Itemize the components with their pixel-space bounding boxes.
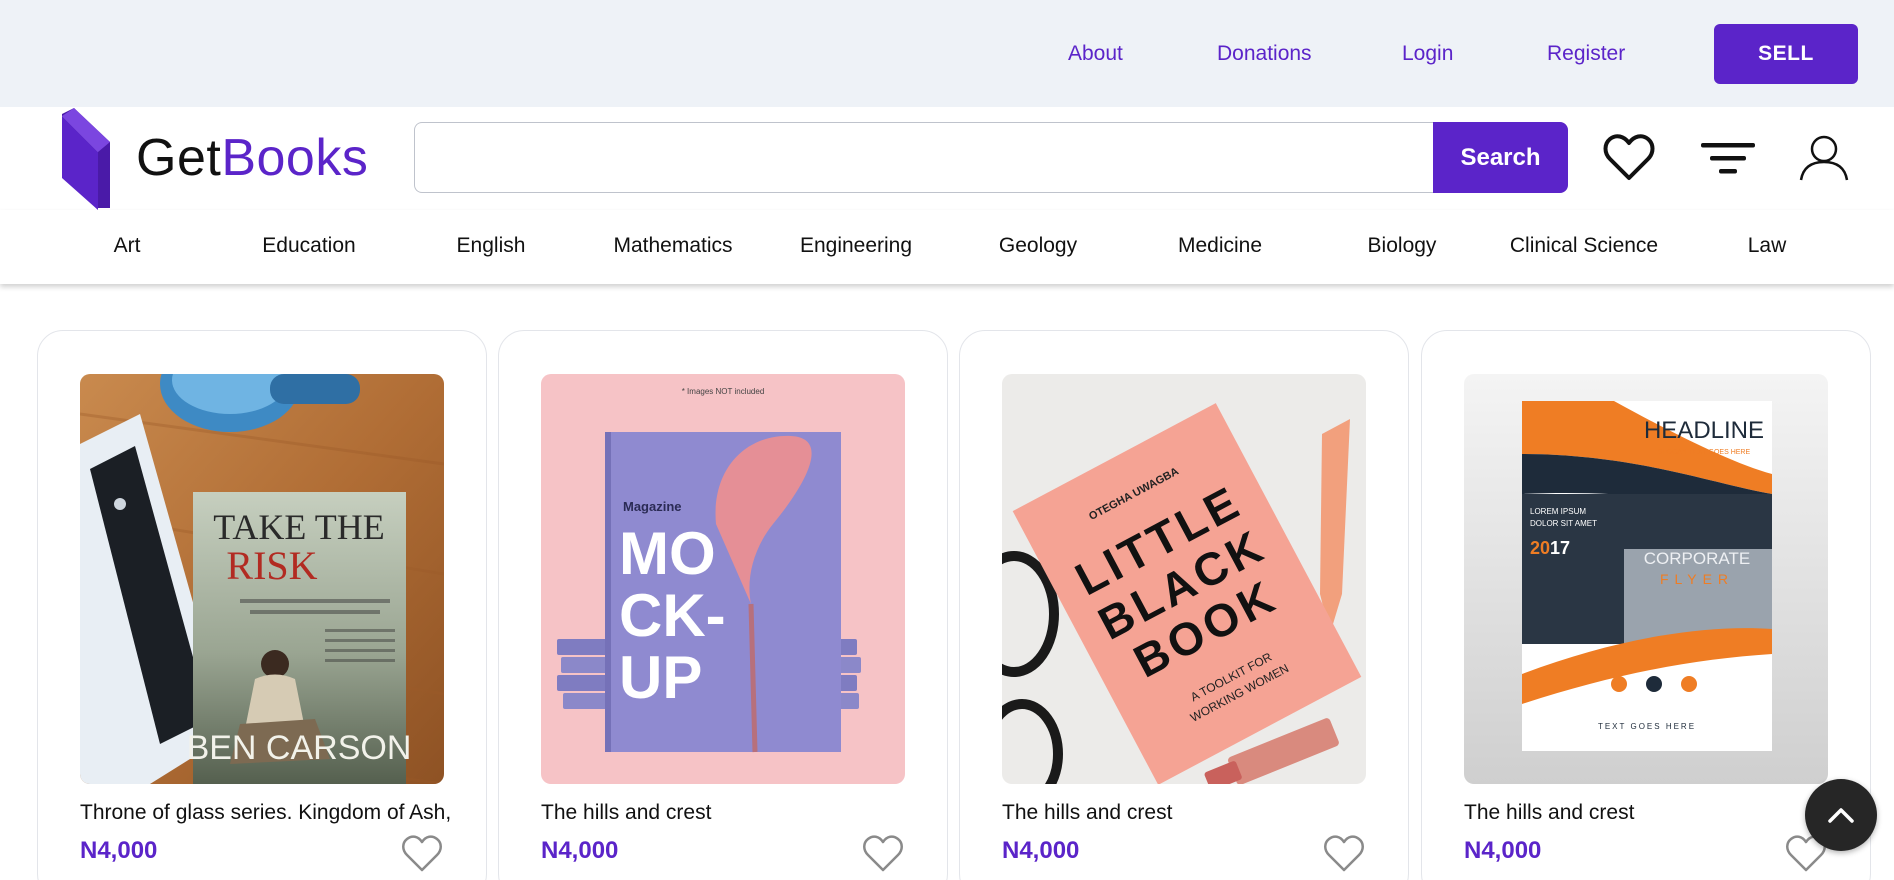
wishlist-heart-icon[interactable] [1601,132,1657,184]
cover-author: BEN CARSON [187,729,412,767]
nav-link-about[interactable]: About [1068,42,1123,66]
product-card[interactable]: HEADLINE SLOGAN TEXT GOES HERE LOREM IPS… [1421,330,1871,880]
cover-slogan: SLOGAN TEXT GOES HERE [1658,449,1751,456]
category-mathematics[interactable]: Mathematics [613,234,732,258]
cover-title-line2: RISK [226,543,317,588]
cover-title-line2: CK- [619,582,726,649]
chevron-up-icon [1828,808,1854,823]
nav-link-register[interactable]: Register [1547,42,1625,66]
cover-corporate: CORPORATE [1644,549,1750,568]
favorite-heart-icon[interactable] [863,835,903,873]
product-price: N4,000 [1002,837,1080,864]
cover-year: 2017 [1530,538,1570,558]
book-cover-image[interactable]: TAKE THE RISK BEN CARSON [80,374,444,784]
book-cover-image[interactable]: * Images NOT included Magazine MO CK- UP [541,374,905,784]
book-logo-icon[interactable] [58,108,112,210]
cover-kicker: Magazine [623,499,682,514]
filter-icon[interactable] [1700,132,1756,184]
brand-name-part1: Get [136,129,222,187]
category-english[interactable]: English [457,234,526,258]
cover-title-line1: MO [619,520,716,587]
category-geology[interactable]: Geology [999,234,1077,258]
cover-headline: HEADLINE [1644,417,1764,444]
category-art[interactable]: Art [114,234,141,258]
book-cover-image[interactable]: OTEGHA UWAGBA LITTLE BLACK BOOK A TOOLKI… [1002,374,1366,784]
category-biology[interactable]: Biology [1368,234,1437,258]
sell-button[interactable]: SELL [1714,24,1858,84]
cover-flyer: FLYER [1660,571,1734,587]
brand-name-part2: Books [221,129,369,187]
search-input[interactable] [414,122,1434,193]
product-card[interactable]: TAKE THE RISK BEN CARSON Throne of glass… [37,330,487,880]
product-price: N4,000 [80,837,158,864]
product-title[interactable]: The hills and crest [1002,801,1372,825]
category-clinical-science[interactable]: Clinical Science [1510,234,1658,258]
user-icon[interactable] [1796,132,1852,184]
cover-footer: TEXT GOES HERE [1598,722,1696,731]
product-title[interactable]: The hills and crest [1464,801,1834,825]
brand-logo[interactable]: GetBooks [136,128,368,188]
category-education[interactable]: Education [262,234,355,258]
favorite-heart-icon[interactable] [1324,835,1364,873]
nav-link-login[interactable]: Login [1402,42,1453,66]
product-title[interactable]: The hills and crest [541,801,911,825]
cover-year-part2: 17 [1550,538,1570,558]
cover-lorem-line1: LOREM IPSUM [1530,507,1586,516]
favorite-heart-icon[interactable] [402,835,442,873]
category-engineering[interactable]: Engineering [800,234,912,258]
cover-title-line3: UP [619,644,702,711]
product-price: N4,000 [541,837,619,864]
cover-lorem-line2: DOLOR SIT AMET [1530,519,1597,528]
cover-note: * Images NOT included [682,387,765,396]
category-law[interactable]: Law [1748,234,1787,258]
category-medicine[interactable]: Medicine [1178,234,1262,258]
cover-year-part1: 20 [1530,538,1550,558]
product-card[interactable]: * Images NOT included Magazine MO CK- UP… [498,330,948,880]
product-title[interactable]: Throne of glass series. Kingdom of Ash, … [80,801,450,825]
search-button[interactable]: Search [1433,122,1568,193]
nav-link-donations[interactable]: Donations [1217,42,1312,66]
cover-title-line1: TAKE THE [213,507,384,547]
scroll-to-top-button[interactable] [1805,779,1877,851]
book-cover-image[interactable]: HEADLINE SLOGAN TEXT GOES HERE LOREM IPS… [1464,374,1828,784]
product-price: N4,000 [1464,837,1542,864]
product-card[interactable]: OTEGHA UWAGBA LITTLE BLACK BOOK A TOOLKI… [959,330,1409,880]
